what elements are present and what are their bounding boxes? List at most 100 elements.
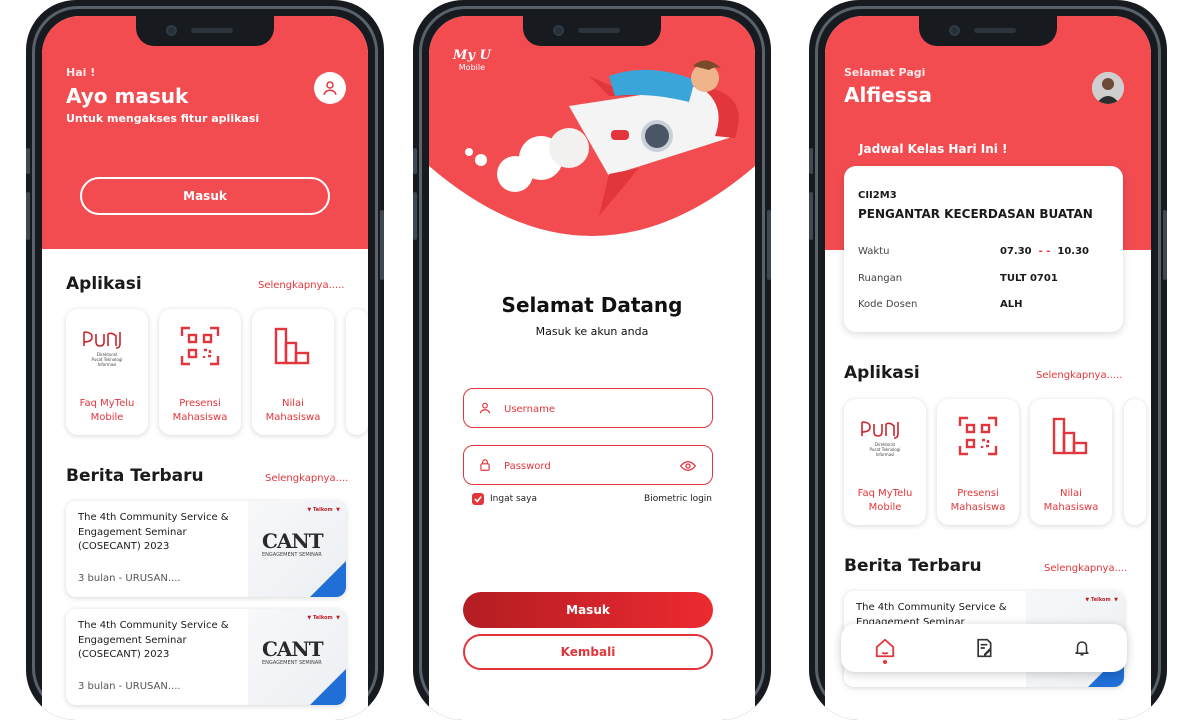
side-button bbox=[809, 192, 813, 240]
welcome-subtitle: Masuk ke akun anda bbox=[535, 325, 649, 338]
username-field[interactable] bbox=[463, 388, 713, 428]
apps-see-more-link[interactable]: Selengkapnya..... bbox=[1036, 370, 1122, 381]
news-meta: 3 bulan - URUSAN.... bbox=[78, 573, 181, 584]
user-name: Alfiessa bbox=[844, 83, 933, 107]
apps-section-title: Aplikasi bbox=[844, 363, 920, 383]
bottom-nav bbox=[841, 624, 1127, 672]
username-input[interactable] bbox=[504, 399, 674, 419]
news-thumbnail: ▼ Telkom ▼ CANT ENGAGEMENT SEMINAR bbox=[248, 609, 346, 705]
app-label: Nilai Mahasiswa bbox=[1043, 488, 1099, 513]
notch bbox=[136, 16, 274, 46]
remember-label: Ingat saya bbox=[490, 494, 538, 504]
profile-avatar[interactable] bbox=[1092, 72, 1124, 104]
lecturer-value: ALH bbox=[1000, 299, 1023, 310]
time-label: Waktu bbox=[858, 246, 890, 257]
news-section-title: Berita Terbaru bbox=[844, 556, 982, 576]
phone-user-home: Selamat Pagi Alfiessa Jadwal Kelas Hari … bbox=[809, 0, 1167, 720]
course-name: PENGANTAR KECERDASAN BUATAN bbox=[858, 207, 1093, 221]
side-button bbox=[767, 210, 771, 280]
news-see-more-link[interactable]: Selengkapnya.... bbox=[1044, 563, 1127, 574]
greeting-small: Hai ! bbox=[66, 66, 96, 79]
side-button bbox=[413, 192, 417, 240]
bar-chart-icon bbox=[1044, 411, 1098, 461]
puti-logo-icon: Direktorat Pusat Teknologi Informasi bbox=[80, 321, 134, 371]
remember-checkbox[interactable] bbox=[472, 493, 484, 505]
greeting-title: Ayo masuk bbox=[66, 84, 189, 108]
password-field[interactable] bbox=[463, 445, 713, 485]
schedule-card[interactable]: CII2M3 PENGANTAR KECERDASAN BUATAN Waktu… bbox=[844, 166, 1123, 332]
login-button[interactable]: Masuk bbox=[80, 177, 330, 215]
course-code: CII2M3 bbox=[858, 190, 897, 201]
remember-me[interactable]: Ingat saya bbox=[472, 493, 537, 505]
phone-login: My U Mobile Selamat Datang Masuk ke akun… bbox=[413, 0, 771, 720]
biometric-login-link[interactable]: Biometric login bbox=[644, 494, 712, 504]
password-input[interactable] bbox=[504, 456, 674, 476]
news-title: The 4th Community Service & Engagement S… bbox=[78, 512, 229, 552]
svg-text:Informasi: Informasi bbox=[98, 362, 117, 366]
active-indicator bbox=[883, 660, 887, 664]
time-value: 07.30 - - 10.30 bbox=[1000, 246, 1090, 257]
phone-guest-home: Hai ! Ayo masuk Untuk mengakses fitur ap… bbox=[26, 0, 384, 720]
side-button bbox=[26, 148, 30, 174]
submit-login-button[interactable]: Masuk bbox=[463, 592, 713, 628]
puti-logo-icon: Direktorat Pusat Teknologi Informasi bbox=[858, 411, 912, 461]
app-card-faq[interactable]: Direktorat Pusat Teknologi Informasi Faq M… bbox=[844, 399, 926, 525]
bar-chart-icon bbox=[266, 321, 320, 371]
home-icon bbox=[875, 638, 895, 658]
nav-home[interactable] bbox=[873, 636, 897, 660]
screen: Hai ! Ayo masuk Untuk mengakses fitur ap… bbox=[42, 16, 368, 720]
news-see-more-link[interactable]: Selengkapnya.... bbox=[265, 473, 348, 484]
app-card-presensi[interactable]: Presensi Mahasiswa bbox=[159, 309, 241, 435]
qr-scan-icon bbox=[951, 411, 1005, 461]
room-label: Ruangan bbox=[858, 273, 903, 284]
profile-button[interactable] bbox=[314, 72, 346, 104]
eye-icon[interactable] bbox=[680, 459, 696, 473]
document-edit-icon bbox=[977, 638, 992, 658]
notch bbox=[919, 16, 1057, 46]
screen: My U Mobile Selamat Datang Masuk ke akun… bbox=[429, 16, 755, 720]
side-button bbox=[1163, 210, 1167, 280]
app-label: Faq MyTelu Mobile bbox=[857, 488, 913, 513]
nav-notifications[interactable] bbox=[1070, 636, 1094, 660]
news-meta: 3 bulan - URUSAN.... bbox=[78, 681, 181, 692]
app-label: Faq MyTelu Mobile bbox=[79, 398, 135, 423]
app-label: Nilai Mahasiswa bbox=[265, 398, 321, 423]
user-icon bbox=[323, 81, 337, 95]
side-button bbox=[26, 192, 30, 240]
schedule-title: Jadwal Kelas Hari Ini ! bbox=[859, 142, 1008, 156]
app-card-partial[interactable] bbox=[1124, 399, 1146, 525]
apps-see-more-link[interactable]: Selengkapnya..... bbox=[258, 280, 344, 291]
greeting-subtitle: Untuk mengakses fitur aplikasi bbox=[66, 112, 260, 125]
back-button[interactable]: Kembali bbox=[463, 634, 713, 670]
app-card-nilai[interactable]: Nilai Mahasiswa bbox=[1030, 399, 1112, 525]
notch bbox=[523, 16, 661, 46]
app-card-nilai[interactable]: Nilai Mahasiswa bbox=[252, 309, 334, 435]
screen: Selamat Pagi Alfiessa Jadwal Kelas Hari … bbox=[825, 16, 1151, 720]
app-label: Presensi Mahasiswa bbox=[950, 488, 1006, 513]
rocket-illustration bbox=[465, 60, 739, 216]
news-card[interactable]: The 4th Community Service & Engagement S… bbox=[66, 609, 346, 705]
side-button bbox=[380, 210, 384, 280]
lecturer-label: Kode Dosen bbox=[858, 299, 918, 310]
room-value: TULT 0701 bbox=[1000, 273, 1058, 284]
news-section-title: Berita Terbaru bbox=[66, 466, 204, 486]
app-card-partial[interactable] bbox=[346, 309, 368, 435]
avatar-photo bbox=[1092, 72, 1124, 104]
apps-section-title: Aplikasi bbox=[66, 274, 142, 294]
greeting-small: Selamat Pagi bbox=[844, 66, 926, 79]
app-card-faq[interactable]: Direktorat Pusat Teknologi Informasi Faq M… bbox=[66, 309, 148, 435]
bell-icon bbox=[1075, 641, 1089, 656]
news-title: The 4th Community Service & Engagement S… bbox=[78, 620, 229, 660]
qr-scan-icon bbox=[173, 321, 227, 371]
news-thumbnail: ▼ Telkom ▼ CANT ENGAGEMENT SEMINAR bbox=[248, 501, 346, 597]
svg-text:Informasi: Informasi bbox=[876, 452, 895, 456]
check-icon bbox=[474, 496, 482, 503]
lock-icon bbox=[480, 459, 490, 471]
news-card[interactable]: The 4th Community Service & Engagement S… bbox=[66, 501, 346, 597]
app-card-presensi[interactable]: Presensi Mahasiswa bbox=[937, 399, 1019, 525]
side-button bbox=[809, 148, 813, 174]
side-button bbox=[413, 148, 417, 174]
welcome-title: Selamat Datang bbox=[501, 293, 683, 317]
nav-documents[interactable] bbox=[972, 636, 996, 660]
user-icon bbox=[479, 402, 491, 414]
